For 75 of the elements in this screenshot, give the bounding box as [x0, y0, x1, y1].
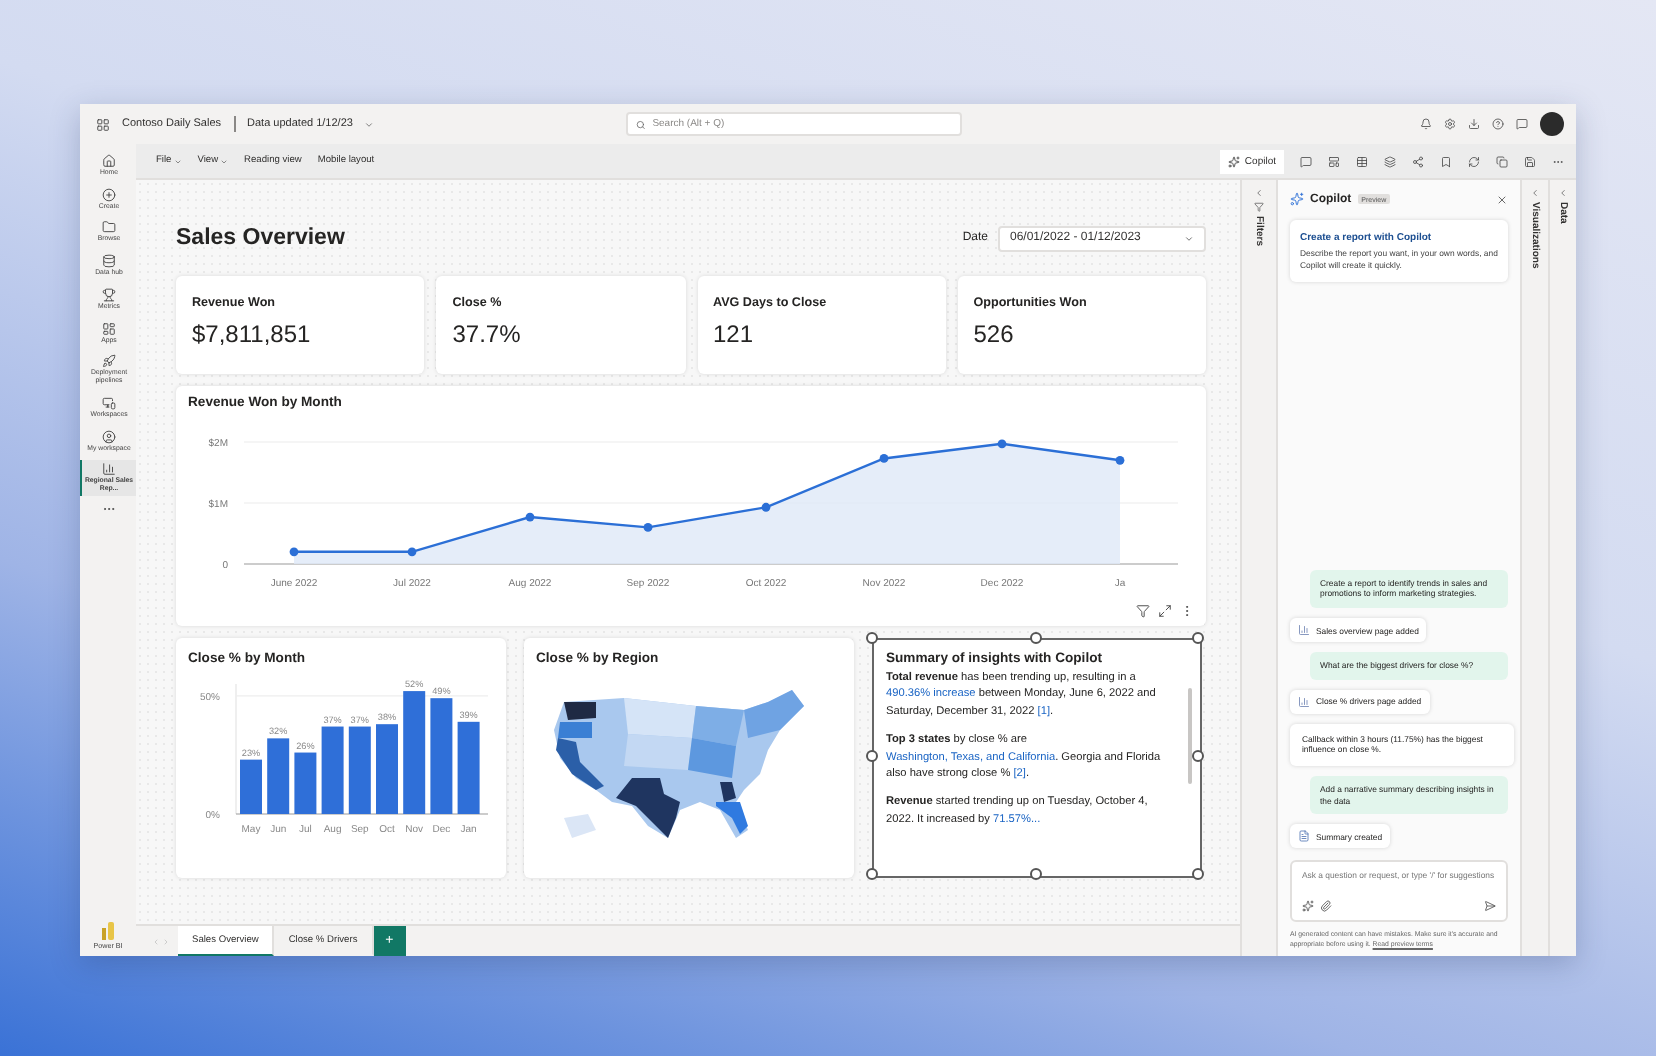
send-icon[interactable]: [1484, 900, 1496, 913]
resize-handle[interactable]: [866, 632, 878, 644]
plus-circle-icon: [102, 187, 116, 202]
page-title: Sales Overview: [176, 226, 347, 250]
copy-icon[interactable]: [1496, 155, 1508, 167]
document-icon: [1298, 830, 1310, 843]
bar: [376, 724, 398, 814]
data-point: [407, 547, 417, 557]
bar: [403, 691, 426, 814]
search-icon: [636, 119, 647, 129]
data-point: [643, 523, 653, 532]
help-icon[interactable]: [1492, 118, 1504, 130]
grid-icon: [102, 321, 116, 336]
resize-handle[interactable]: [1192, 868, 1204, 880]
database-icon: [102, 254, 116, 269]
monitor-icon: [102, 395, 116, 410]
layout-icon[interactable]: [1328, 155, 1340, 167]
bar: [294, 752, 317, 814]
app-launcher-icon[interactable]: [96, 117, 110, 131]
summary-card[interactable]: [872, 638, 1202, 878]
chart-icon: [1298, 695, 1310, 708]
bar: [430, 698, 453, 814]
settings-icon[interactable]: [1444, 118, 1456, 130]
resize-handle[interactable]: [1029, 868, 1041, 880]
data-point: [879, 454, 889, 463]
bar: [240, 759, 262, 814]
paperclip-icon[interactable]: [1320, 900, 1332, 913]
resize-handle[interactable]: [1192, 750, 1204, 762]
kpi-value: 526: [973, 320, 1016, 348]
trophy-icon: [102, 287, 116, 302]
sparkle-icon: [1228, 155, 1241, 167]
user-circle-icon: [102, 429, 116, 444]
data-point: [1115, 455, 1125, 465]
share-icon[interactable]: [1412, 155, 1424, 167]
download-icon[interactable]: [1468, 118, 1480, 130]
layers-icon[interactable]: [1384, 155, 1396, 167]
scrollbar-thumb[interactable]: [1188, 688, 1192, 784]
resize-handle[interactable]: [866, 750, 878, 762]
data-point: [289, 547, 299, 557]
feedback-icon[interactable]: [1516, 118, 1528, 130]
kpi-value: 121: [713, 320, 756, 348]
chevron-left-icon: [1558, 188, 1568, 198]
filter-icon: [1254, 202, 1264, 212]
data-point: [525, 512, 535, 522]
bar: [321, 726, 344, 814]
kpi-value: 37.7%: [452, 320, 523, 348]
bar-chart-icon: [102, 462, 116, 477]
close-icon[interactable]: [1496, 193, 1508, 205]
comment-icon[interactable]: [1300, 155, 1312, 167]
focus-mode-icon[interactable]: [1158, 604, 1172, 618]
save-icon[interactable]: [1524, 155, 1536, 167]
filter-icon[interactable]: [1136, 604, 1150, 618]
chevron-down-icon: [1184, 233, 1194, 243]
bar: [267, 738, 290, 814]
chevron-left-icon: [1530, 188, 1540, 198]
rocket-icon: [102, 354, 116, 369]
bar: [348, 726, 371, 814]
home-icon: [102, 154, 116, 168]
chart-icon: [1298, 624, 1310, 637]
data-point: [761, 502, 771, 512]
resize-handle[interactable]: [866, 868, 878, 880]
bar: [457, 721, 480, 814]
table-icon[interactable]: [1356, 155, 1368, 167]
resize-handle[interactable]: [1192, 632, 1204, 644]
bookmark-icon[interactable]: [1440, 155, 1452, 167]
data-point: [997, 439, 1007, 449]
bell-icon[interactable]: [1420, 118, 1432, 130]
refresh-icon[interactable]: [1468, 155, 1480, 167]
folder-icon: [102, 220, 116, 235]
user-avatar[interactable]: [1540, 112, 1564, 136]
chevron-left-icon: [1254, 188, 1264, 198]
sparkle-icon[interactable]: [1302, 900, 1314, 913]
resize-handle[interactable]: [1029, 632, 1041, 644]
sparkle-icon: [1290, 192, 1304, 206]
kpi-value: $7,811,851: [192, 320, 313, 348]
